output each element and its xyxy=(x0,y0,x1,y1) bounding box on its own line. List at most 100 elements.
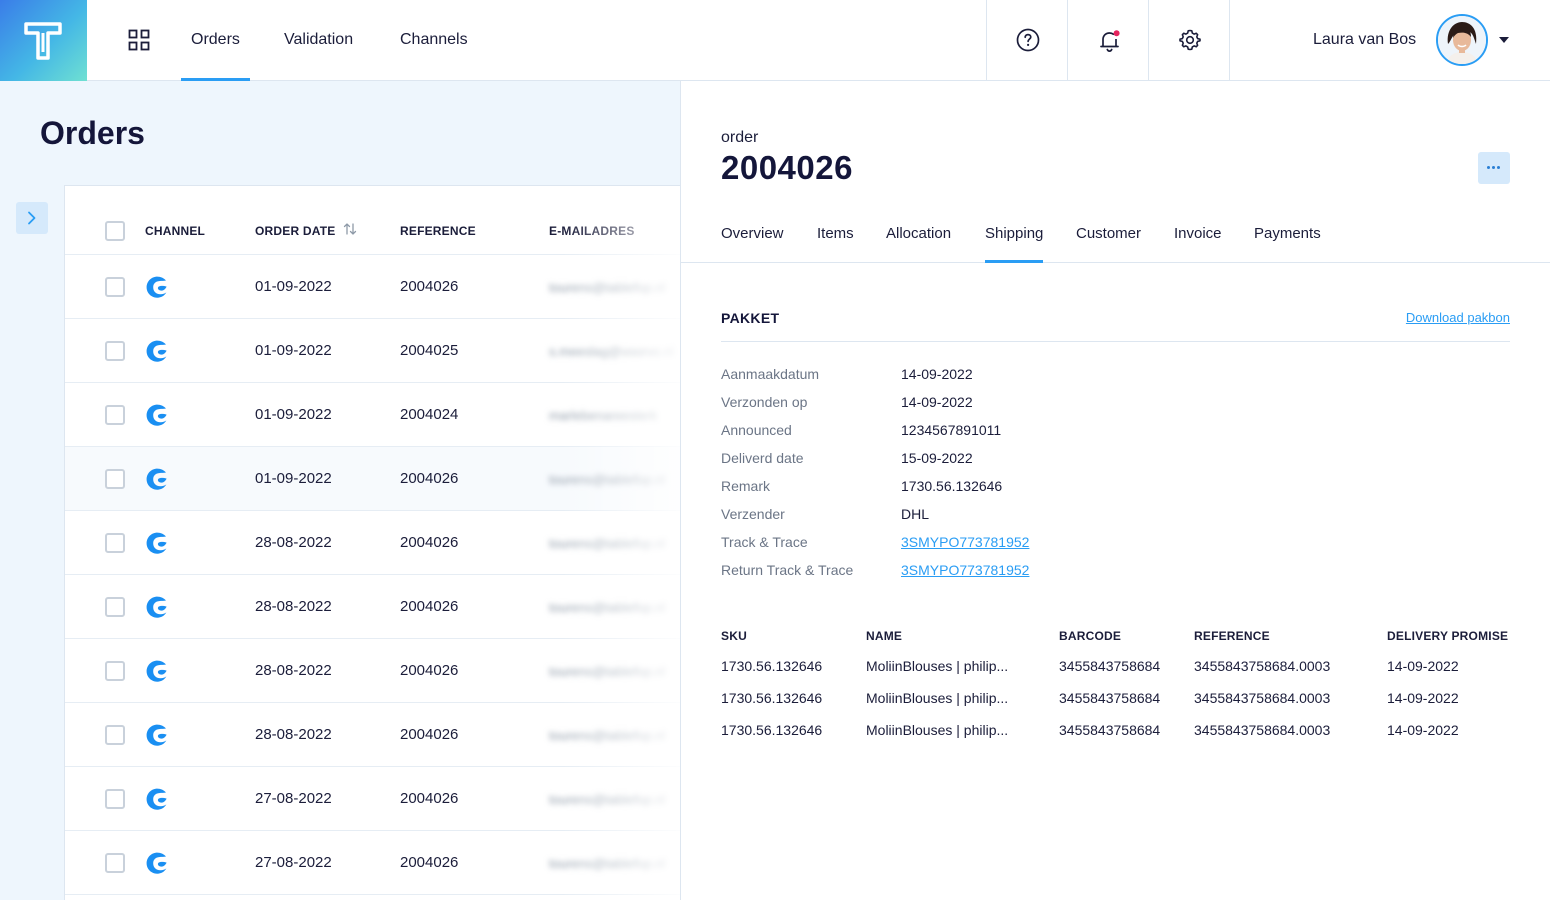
shopware-channel-icon xyxy=(146,532,167,554)
order-reference: 2004026 xyxy=(400,726,459,743)
help-icon xyxy=(1016,28,1040,52)
shopware-channel-icon xyxy=(146,788,167,810)
tab-shipping[interactable]: Shipping xyxy=(985,225,1044,263)
item-sku: 1730.56.132646 xyxy=(721,722,823,738)
tab-payments[interactable]: Payments xyxy=(1254,225,1321,263)
item-barcode: 3455843758684 xyxy=(1059,658,1161,674)
row-checkbox[interactable] xyxy=(105,725,125,745)
item-name: MoliinBlouses | philip... xyxy=(866,658,1009,674)
row-checkbox[interactable] xyxy=(105,277,125,297)
more-dot-icon xyxy=(1487,166,1490,169)
order-email: tourens@tablefop.nl xyxy=(549,472,666,487)
column-header-order-date[interactable]: ORDER DATE xyxy=(255,224,335,238)
items-header-name: NAME xyxy=(866,629,903,643)
item-delivery-promise: 14-09-2022 xyxy=(1387,690,1459,706)
table-row[interactable]: 01-09-2022 2004025 s.meeslag@voorvo.nl xyxy=(65,319,681,383)
order-date: 28-08-2022 xyxy=(255,534,332,551)
row-checkbox[interactable] xyxy=(105,533,125,553)
table-row[interactable]: 28-08-2022 2004026 tourens@tablefop.nl xyxy=(65,639,681,703)
select-all-checkbox[interactable] xyxy=(105,221,125,241)
user-name[interactable]: Laura van Bos xyxy=(1313,31,1416,49)
order-detail-pane: order 2004026 Overview Items Allocation … xyxy=(681,81,1550,900)
expand-sidebar-button[interactable] xyxy=(16,202,48,234)
shopware-channel-icon xyxy=(146,852,167,874)
field-label: Verzonden op xyxy=(721,394,808,410)
row-checkbox[interactable] xyxy=(105,661,125,681)
sort-icon[interactable] xyxy=(343,222,357,236)
order-date: 28-08-2022 xyxy=(255,598,332,615)
table-row[interactable]: 01-09-2022 2004024 marlebenareesterk xyxy=(65,383,681,447)
row-checkbox[interactable] xyxy=(105,341,125,361)
table-row[interactable]: 01-09-2022 2004026 tourens@tablefop.nl xyxy=(65,255,681,319)
item-sku: 1730.56.132646 xyxy=(721,658,823,674)
more-dot-icon xyxy=(1492,166,1495,169)
order-reference: 2004026 xyxy=(400,790,459,807)
apps-grid-icon[interactable] xyxy=(128,29,150,51)
order-reference: 2004026 xyxy=(400,470,459,487)
help-button[interactable] xyxy=(986,0,1067,81)
item-delivery-promise: 14-09-2022 xyxy=(1387,658,1459,674)
order-date: 01-09-2022 xyxy=(255,278,332,295)
tab-overview[interactable]: Overview xyxy=(721,225,784,263)
row-checkbox[interactable] xyxy=(105,405,125,425)
shopware-channel-icon xyxy=(146,660,167,682)
notifications-button[interactable] xyxy=(1067,0,1148,81)
table-row[interactable]: 28-08-2022 2004026 tourens@tablefop.nl xyxy=(65,575,681,639)
avatar[interactable] xyxy=(1436,14,1488,66)
chevron-down-icon[interactable] xyxy=(1499,37,1509,43)
order-email: tourens@tablefop.nl xyxy=(549,856,666,871)
item-reference: 3455843758684.0003 xyxy=(1194,690,1331,706)
section-divider xyxy=(721,341,1510,342)
order-email: s.meeslag@voorvo.nl xyxy=(549,344,675,359)
field-label: Verzender xyxy=(721,506,785,522)
items-header-barcode: BARCODE xyxy=(1059,629,1122,643)
shopware-channel-icon xyxy=(146,596,167,618)
more-options-button[interactable] xyxy=(1478,152,1510,184)
return-track-trace-link[interactable]: 3SMYPO773781952 xyxy=(901,562,1029,578)
field-label: Aanmaakdatum xyxy=(721,366,820,382)
table-row[interactable]: 27-08-2022 2004026 tourens@tablefop.nl xyxy=(65,831,681,895)
order-label: order xyxy=(721,129,759,146)
gear-icon xyxy=(1179,29,1201,51)
logo-t-icon[interactable] xyxy=(0,0,87,81)
toolbar-divider xyxy=(1229,0,1230,81)
column-header-channel[interactable]: CHANNEL xyxy=(145,224,205,238)
tab-allocation[interactable]: Allocation xyxy=(886,225,951,263)
row-checkbox[interactable] xyxy=(105,853,125,873)
row-checkbox[interactable] xyxy=(105,469,125,489)
tab-invoice[interactable]: Invoice xyxy=(1174,225,1222,263)
order-email: tourens@tablefop.nl xyxy=(549,600,666,615)
tab-items[interactable]: Items xyxy=(817,225,854,263)
field-value: 15-09-2022 xyxy=(901,450,973,466)
order-email: tourens@tablefop.nl xyxy=(549,664,666,679)
table-row[interactable]: 28-08-2022 2004026 tourens@tablefop.nl xyxy=(65,511,681,575)
orders-list-pane: Orders CHANNEL ORDER DATE REFERENCE E-MA… xyxy=(0,81,681,900)
track-trace-link[interactable]: 3SMYPO773781952 xyxy=(901,534,1029,550)
row-checkbox[interactable] xyxy=(105,597,125,617)
field-value: 1234567891011 xyxy=(901,422,1002,438)
tab-customer[interactable]: Customer xyxy=(1076,225,1141,263)
settings-button[interactable] xyxy=(1148,0,1229,81)
top-bar: Orders Validation Channels Laura van Bos xyxy=(0,0,1550,81)
row-checkbox[interactable] xyxy=(105,789,125,809)
nav-orders[interactable]: Orders xyxy=(181,0,250,81)
more-dot-icon xyxy=(1497,166,1500,169)
order-reference: 2004026 xyxy=(400,278,459,295)
order-reference: 2004026 xyxy=(400,534,459,551)
nav-validation[interactable]: Validation xyxy=(284,0,353,81)
shopware-channel-icon xyxy=(146,468,167,490)
order-email: tourens@tablefop.nl xyxy=(549,792,666,807)
table-row[interactable]: 27-08-2022 2004026 tourens@tablefop.nl xyxy=(65,767,681,831)
field-label: Announced xyxy=(721,422,792,438)
item-reference: 3455843758684.0003 xyxy=(1194,658,1331,674)
column-header-email[interactable]: E-MAILADRES xyxy=(549,224,635,238)
field-label: Remark xyxy=(721,478,771,494)
column-header-reference[interactable]: REFERENCE xyxy=(400,224,476,238)
items-header-delivery-promise: DELIVERY PROMISE xyxy=(1387,629,1509,643)
table-row[interactable]: 01-09-2022 2004026 tourens@tablefop.nl xyxy=(65,447,681,511)
nav-channels[interactable]: Channels xyxy=(400,0,468,81)
download-pakbon-link[interactable]: Download pakbon xyxy=(1406,310,1510,325)
field-value: DHL xyxy=(901,506,930,522)
table-row[interactable]: 28-08-2022 2004026 tourens@tablefop.nl xyxy=(65,703,681,767)
order-reference: 2004026 xyxy=(400,598,459,615)
